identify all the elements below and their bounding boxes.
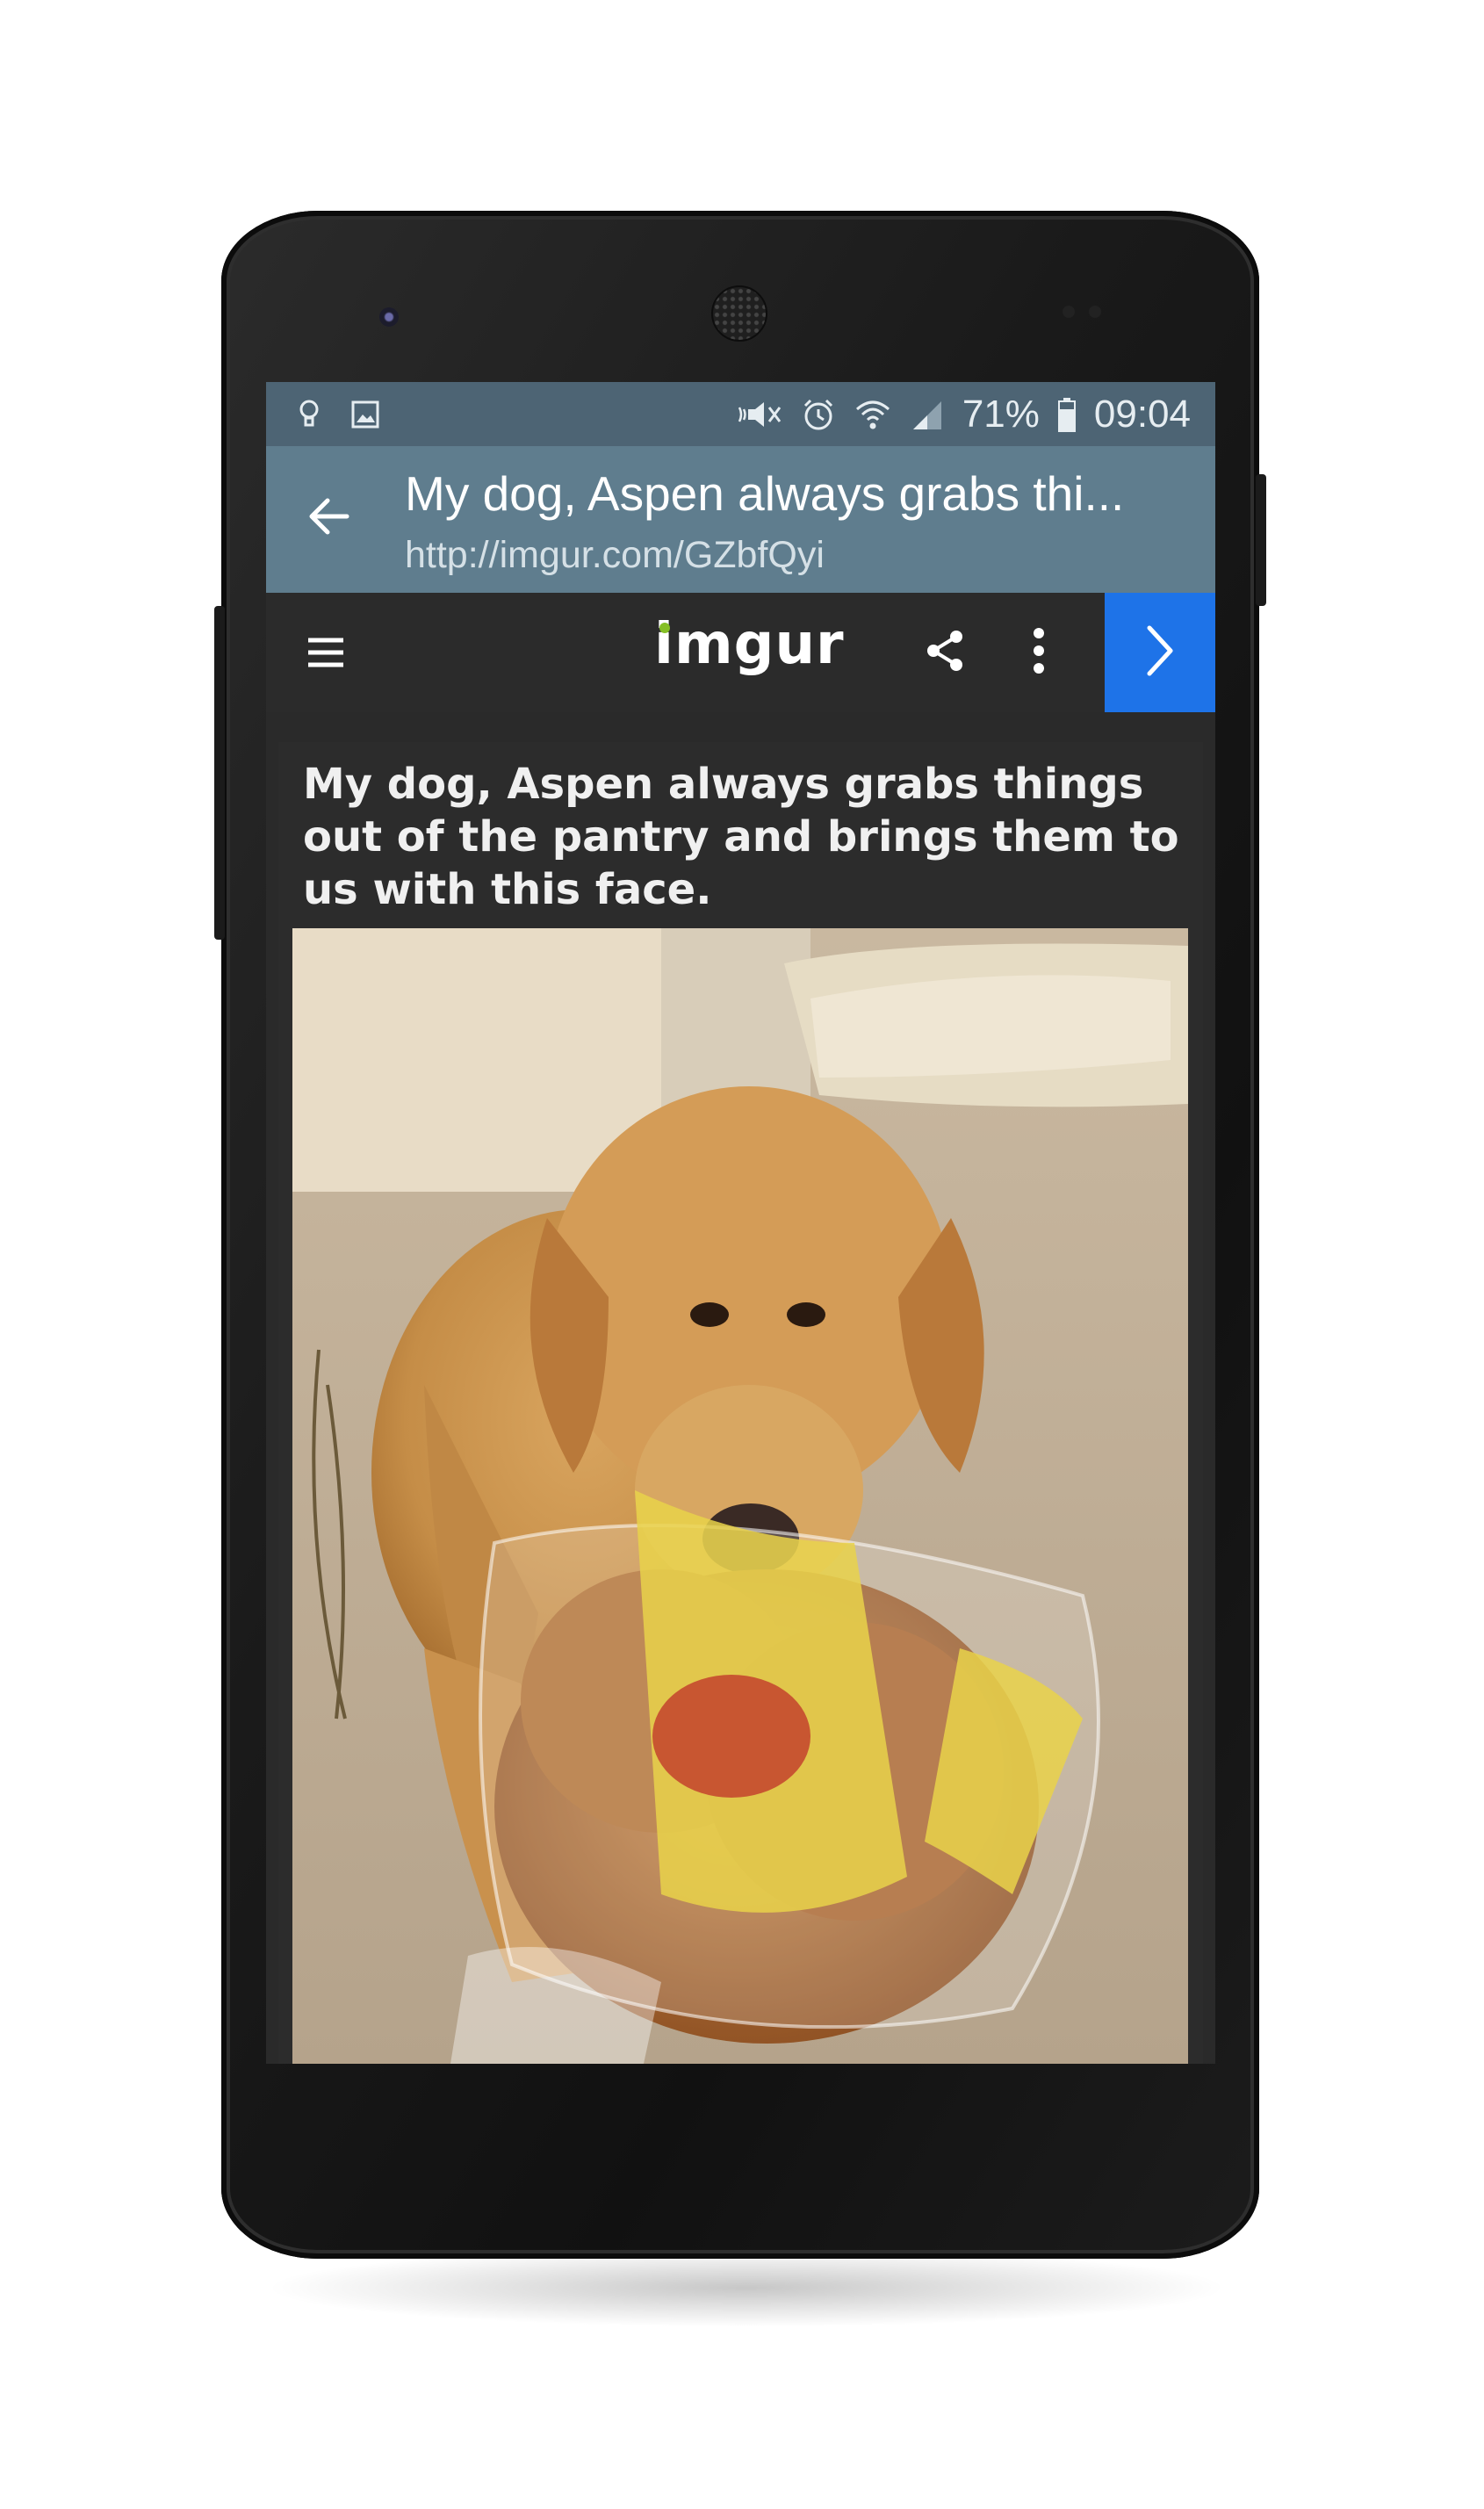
next-post-button[interactable]	[1105, 593, 1215, 712]
signal-icon	[910, 398, 945, 431]
power-button	[1256, 474, 1266, 606]
phone-shadow	[263, 2248, 1229, 2327]
screen: 71% 09:04 My dog, Aspen always grabs thi…	[266, 382, 1215, 2064]
status-bar: 71% 09:04	[266, 382, 1215, 446]
clock: 09:04	[1093, 392, 1191, 436]
back-arrow-icon[interactable]	[305, 492, 354, 545]
post-image[interactable]	[292, 928, 1188, 2064]
sensor-dot	[1063, 306, 1075, 318]
imgur-logo-dot	[659, 623, 670, 633]
battery-icon	[1057, 397, 1077, 432]
earpiece-speaker	[711, 285, 767, 342]
chevron-right-icon	[1142, 623, 1178, 683]
battery-percent: 71%	[962, 392, 1040, 436]
volume-button	[214, 606, 225, 940]
image-icon	[350, 400, 380, 429]
imgur-logo[interactable]: imgur	[654, 612, 845, 677]
imgur-toolbar: imgur	[266, 593, 1215, 712]
sensor-dot	[1089, 306, 1101, 318]
bulb-icon	[298, 399, 321, 430]
post-title: My dog, Aspen always grabs things out of…	[303, 760, 1179, 914]
more-options-icon[interactable]	[1032, 626, 1046, 680]
page-title: My dog, Aspen always grabs thi...	[405, 466, 1125, 521]
hamburger-menu-icon[interactable]	[306, 635, 345, 674]
mute-icon	[736, 397, 783, 432]
title-bar: My dog, Aspen always grabs thi... http:/…	[266, 446, 1215, 593]
alarm-icon	[801, 397, 836, 432]
post-card: My dog, Aspen always grabs things out of…	[278, 742, 1203, 2064]
share-icon[interactable]	[925, 628, 967, 678]
page-url: http://imgur.com/GZbfQyi	[405, 534, 825, 576]
wifi-icon	[854, 397, 892, 432]
front-camera	[379, 307, 399, 327]
